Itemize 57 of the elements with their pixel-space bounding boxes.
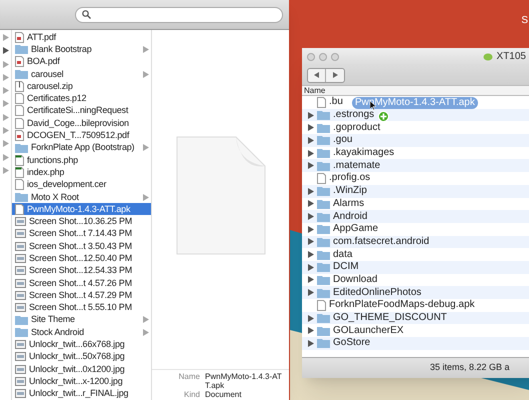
file-name: DCOGEN_T...7509512.pdf [27,131,130,140]
file-name: ios_development.cer [27,180,108,190]
file-name: Screen Shot...t 5.55.10 PM [29,303,133,312]
file-name: Unlockr_twit...0x1200.jpg [29,364,126,374]
file-name: carousel [31,70,64,79]
device-file-name: AppGame [333,224,378,234]
file-name: BOA.pdf [27,57,61,66]
info-value: PwnMyMoto-1.4.3-ATT.apk [205,372,283,390]
file-name: Unlockr_twit...x-1200.jpg [29,376,124,386]
file-name: Screen Shot...12.54.33 PM [29,266,134,276]
file-name: David_Coge...bileprovision [27,118,130,128]
device-file-name: .WinZip [333,186,367,196]
file-name: ATT.pdf [27,32,58,42]
file-name: Screen Shot...10.36.25 PM [29,217,134,226]
device-file-name: .matemate [333,160,380,171]
window-title: XT105 [496,50,526,64]
file-name: carousel.zip [27,82,74,91]
desktop-label: S [521,16,528,26]
device-file-name: ForknPlateFoodMaps-debug.apk [329,300,475,310]
device-file-name: GOLauncherEX [333,326,404,336]
file-name: Moto X Root [31,192,80,202]
info-value: Document [205,390,242,399]
device-file-name: data [333,250,352,260]
device-file-name: .goproduct [333,122,380,133]
device-file-name: .profig.os [329,173,370,184]
device-file-name: EditedOnlinePhotos [333,288,422,298]
file-name: Screen Shot...t 4.57.29 PM [29,290,133,300]
file-name: Unlockr_twit...50x768.jpg [29,352,126,362]
file-name: Site Theme [31,315,76,324]
file-name: Screen Shot...t 4.57.26 PM [29,278,133,288]
info-label: Name [178,372,200,383]
info-label: Kind [182,390,200,399]
device-file-name: Android [333,212,368,222]
file-name: functions.php [27,156,79,165]
file-name: PwnMyMoto-1.4.3-ATT.apk [27,204,132,214]
device-file-name: GO_THEME_DISCOUNT [333,313,447,324]
device-file-name: GoStore [333,338,370,348]
device-file-name: Download [333,274,378,285]
file-name: Blank Bootstrap [31,44,93,54]
file-name: ForknPlate App (Bootstrap) [31,143,136,152]
file-name: Unlockr_twit...r_FINAL.jpg [29,389,130,398]
device-file-name: Alarms [333,198,364,209]
file-name: index.php [27,168,66,177]
device-file-name: .estrongs [333,110,374,120]
file-name: Stock Android [31,328,85,337]
file-name: Unlockr_twit...66x768.jpg [29,340,126,350]
file-name: Screen Shot...12.50.40 PM [29,254,134,263]
file-name: CertificateSi...ningRequest [27,106,130,116]
device-file-name: com.fatsecret.android [333,236,430,247]
status-bar: 35 items, 8.22 GB a [302,357,529,378]
device-file-name: .kayakimages [333,148,394,158]
device-file-name: .gou [333,135,352,146]
file-name: Certificates.p12 [27,94,88,104]
file-name: Screen Shot...t 3.50.43 PM [29,242,133,251]
file-name: Screen Shot...t 7.14.43 PM [29,229,133,238]
device-file-name: .bu [329,97,343,108]
device-file-name: DCIM [333,262,359,272]
